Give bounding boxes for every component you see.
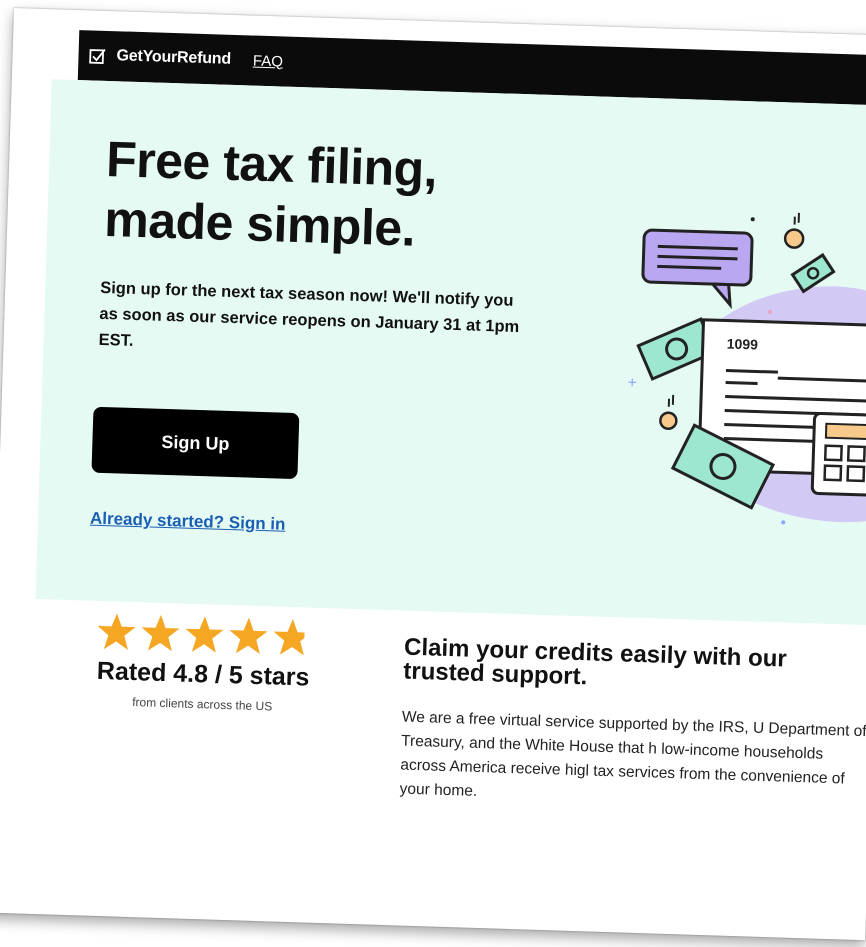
hero-title-line-1: Free tax filing, (105, 130, 438, 198)
cash-icon-small (790, 252, 836, 294)
credits-body: We are a free virtual service supported … (399, 708, 866, 800)
page-sheet: GetYourRefund FAQ Free tax filing, made … (0, 8, 866, 941)
brand-name: GetYourRefund (116, 47, 232, 68)
coin-icon-2 (659, 394, 678, 431)
credits-title: Claim your credits easily with our trust… (402, 633, 788, 691)
calculator-icon (810, 412, 866, 498)
dot-icon-3 (781, 520, 786, 525)
checkbox-icon (89, 49, 106, 64)
credits-section: Claim your credits easily with our trust… (399, 633, 866, 817)
faq-link[interactable]: FAQ (253, 52, 284, 70)
coin-icon (783, 212, 805, 249)
star-icon (229, 617, 268, 655)
hero-section: Free tax filing, made simple. Sign up fo… (35, 79, 866, 626)
star-icon (273, 619, 306, 656)
hero-subtitle: Sign up for the next tax season now! We'… (98, 278, 520, 350)
tax-illustration: 1099 + (627, 212, 866, 525)
star-rating (74, 610, 335, 658)
rating-block: Rated 4.8 / 5 stars from clients across … (72, 610, 335, 715)
star-icon (185, 616, 224, 653)
rating-text: Rated 4.8 / 5 stars (96, 656, 310, 692)
chat-bubble-icon (641, 228, 754, 310)
hero-title: Free tax filing, made simple. (103, 129, 527, 262)
rating-subtext: from clients across the US (132, 695, 273, 714)
hero-title-line-2: made simple. (103, 190, 416, 257)
brand[interactable]: GetYourRefund (88, 46, 231, 68)
dot-icon (750, 217, 755, 222)
star-icon (97, 613, 136, 650)
form-label: 1099 (727, 336, 759, 353)
sign-in-link[interactable]: Already started? Sign in (90, 509, 286, 535)
star-icon (141, 614, 180, 652)
sign-up-button[interactable]: Sign Up (91, 406, 300, 480)
sparkle-icon-2: + (627, 374, 637, 391)
